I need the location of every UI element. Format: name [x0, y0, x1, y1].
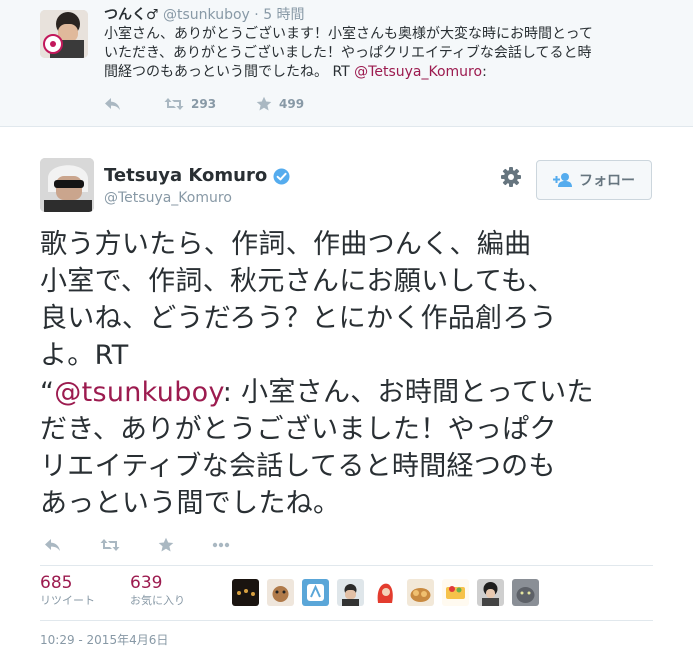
main-author-name[interactable]: Tetsuya Komuro — [104, 166, 267, 186]
parent-tweet: つんく♂ @tsunkuboy · 5 時間 小室さん、ありがとうございます！小… — [0, 0, 693, 127]
quote-mention-link[interactable]: @tsunkuboy — [54, 377, 222, 408]
star-icon — [158, 537, 174, 552]
retweets-count: 685 — [40, 573, 73, 593]
separator-dot: · — [254, 7, 259, 23]
reply-button[interactable] — [44, 535, 61, 555]
parent-favorite-button[interactable]: 499 — [256, 94, 304, 114]
retweet-icon — [164, 98, 184, 110]
gear-icon[interactable] — [500, 166, 522, 188]
favoriter-avatar[interactable] — [372, 579, 399, 606]
favoriter-avatar[interactable] — [302, 579, 329, 606]
tweet-text-line: よ。RT — [40, 340, 129, 371]
tweet-stats: 685 リツイート 639 お気に入り — [40, 565, 653, 621]
favorite-button[interactable] — [158, 535, 174, 555]
quote-first-line: “@tsunkuboy: 小室さん、お時間とっていた — [40, 374, 660, 411]
favoriter-avatar[interactable] — [407, 579, 434, 606]
favoriter-avatar[interactable] — [267, 579, 294, 606]
add-user-icon — [553, 173, 572, 187]
tweet-text-line: 小室で、作詞、秋元さんにお願いしても、 — [40, 266, 555, 297]
quote-text-line: だき、ありがとうございました！やっぱク — [40, 414, 557, 445]
main-avatar[interactable] — [40, 158, 94, 212]
retweets-label: リツイート — [40, 594, 95, 607]
parent-retweet-count: 293 — [191, 97, 217, 111]
parent-favorite-count: 499 — [279, 97, 305, 111]
more-button[interactable] — [212, 535, 230, 555]
parent-text-line: いただき、ありがとうございました！やっぱクリエイティブな会話してると時 — [104, 45, 592, 61]
follow-button[interactable]: フォロー — [536, 160, 652, 200]
follow-button-label: フォロー — [579, 173, 635, 189]
favoriter-avatar[interactable] — [232, 579, 259, 606]
quote-text-line: リエイティブな会話してると時間経つのも — [40, 451, 556, 482]
favoriter-avatar[interactable] — [337, 579, 364, 606]
favoriter-avatar[interactable] — [477, 579, 504, 606]
main-author-name-row: Tetsuya Komuro — [104, 166, 290, 186]
parent-text-line: 小室さん、ありがとうございます！小室さんも奥様が大変な時にお時間とって — [104, 26, 593, 42]
retweets-stat[interactable]: 685 リツイート — [40, 572, 95, 608]
quote-text: : 小室さん、お時間とっていた — [222, 377, 594, 408]
more-dots-icon — [212, 542, 230, 548]
main-author-handle[interactable]: @Tetsuya_Komuro — [104, 190, 232, 206]
favorites-count: 639 — [130, 573, 163, 593]
parent-mention-link[interactable]: @Tetsuya_Komuro — [354, 64, 482, 80]
parent-text-line: 間経つのもあっという間でしたね。 RT — [104, 64, 355, 80]
quote-open-mark: “ — [40, 377, 55, 408]
reply-icon — [45, 539, 60, 551]
favorites-label: お気に入り — [130, 594, 185, 607]
favoriter-avatar[interactable] — [512, 579, 539, 606]
favorites-stat[interactable]: 639 お気に入り — [130, 572, 185, 608]
parent-author-name[interactable]: つんく♂ — [104, 7, 159, 23]
parent-reply-button[interactable] — [104, 94, 121, 114]
retweet-button[interactable] — [100, 535, 120, 555]
parent-mention-suffix: : — [482, 64, 487, 80]
parent-header: つんく♂ @tsunkuboy · 5 時間 — [104, 6, 305, 24]
parent-retweet-button[interactable]: 293 — [164, 94, 216, 114]
favoriter-avatar[interactable] — [442, 579, 469, 606]
favoriter-avatars — [232, 579, 547, 606]
verified-badge-icon — [273, 168, 290, 184]
tweet-text-line: 良いね、どうだろう？とにかく作品創ろう — [40, 303, 558, 334]
tweet-timestamp[interactable]: 10:29 - 2015年4月6日 — [40, 631, 168, 648]
quote-text-line: あっという間でしたね。 — [40, 488, 341, 519]
parent-tweet-text: 小室さん、ありがとうございます！小室さんも奥様が大変な時にお時間とって いただき… — [104, 25, 689, 82]
star-icon — [256, 96, 272, 111]
retweet-icon — [100, 539, 120, 551]
tweet-text-line: 歌う方いたら、作詞、作曲つんく、編曲 — [40, 229, 532, 260]
parent-avatar[interactable] — [40, 10, 88, 58]
reply-icon — [105, 98, 120, 110]
main-tweet-text: 歌う方いたら、作詞、作曲つんく、編曲 小室で、作詞、秋元さんにお願いしても、 良… — [40, 226, 660, 522]
parent-author-handle[interactable]: @tsunkuboy — [163, 7, 250, 23]
parent-time[interactable]: 5 時間 — [263, 7, 304, 23]
